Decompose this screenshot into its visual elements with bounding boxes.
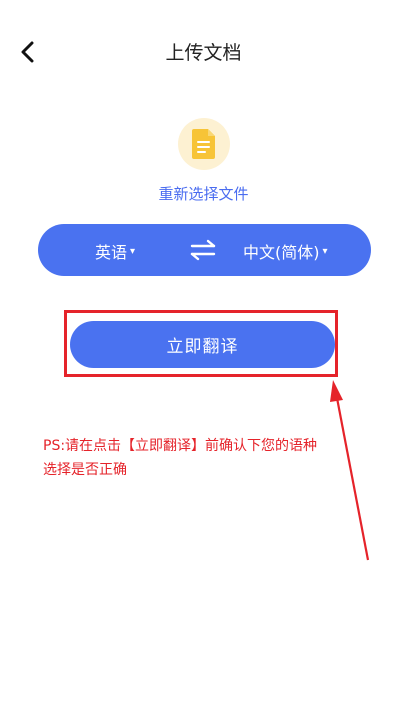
chevron-down-icon: ▾ bbox=[322, 245, 328, 257]
target-language-dropdown[interactable]: 中文(简体) ▾ bbox=[243, 239, 328, 263]
reselect-file-link[interactable]: 重新选择文件 bbox=[0, 183, 407, 204]
target-language-label: 中文(简体) bbox=[243, 243, 320, 262]
source-language-dropdown[interactable]: 英语 ▾ bbox=[95, 239, 135, 263]
chevron-down-icon: ▾ bbox=[130, 245, 136, 257]
annotation-note-line: PS:请在点击【立即翻译】前确认下您的语种 bbox=[43, 438, 318, 454]
annotation-note-line: 选择是否正确 bbox=[43, 462, 127, 478]
header: 上传文档 bbox=[0, 0, 407, 104]
document-icon bbox=[192, 129, 215, 159]
upload-document-screen: 上传文档 重新选择文件 英语 ▾ 中文(简体) ▾ 立即翻译 PS:请在点击【立… bbox=[0, 0, 407, 720]
annotation-note: PS:请在点击【立即翻译】前确认下您的语种 选择是否正确 bbox=[43, 434, 373, 482]
page-title: 上传文档 bbox=[165, 42, 242, 64]
swap-languages-button[interactable] bbox=[186, 237, 220, 263]
translate-now-button[interactable]: 立即翻译 bbox=[70, 321, 335, 368]
source-language-label: 英语 bbox=[95, 243, 128, 262]
file-icon-badge[interactable] bbox=[178, 118, 230, 170]
swap-arrows-icon bbox=[190, 239, 216, 261]
language-selector-bar: 英语 ▾ 中文(简体) ▾ bbox=[38, 224, 371, 276]
